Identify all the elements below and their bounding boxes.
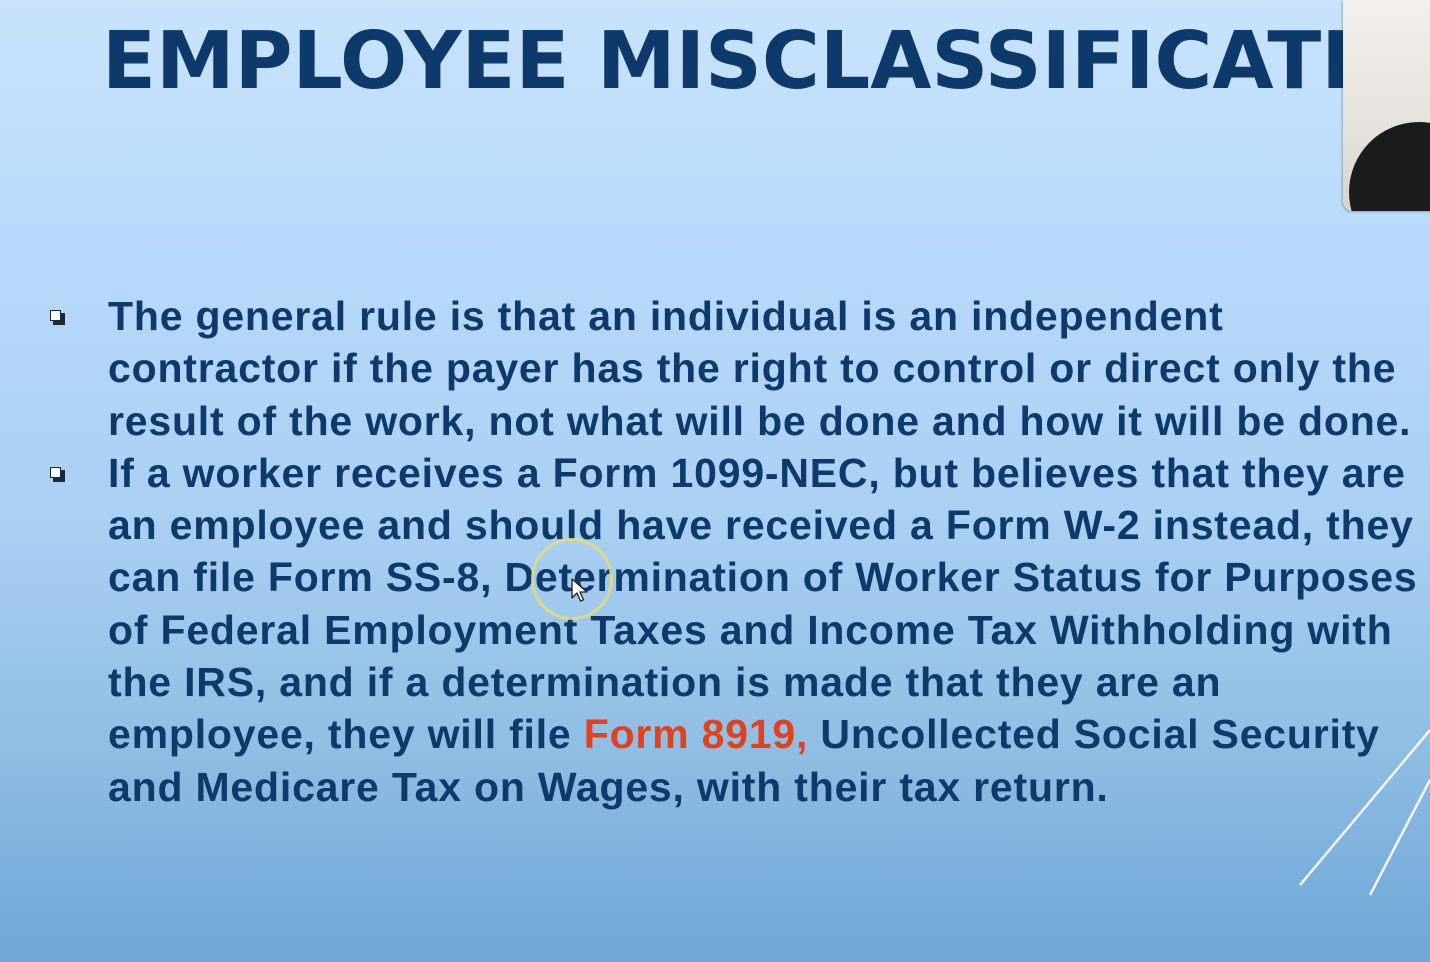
decorative-lines [1299,729,1430,896]
bullet-list: The general rule is that an individual i… [0,290,1430,813]
presentation-slide: EMPLOYEE MISCLASSIFICATION The general r… [0,0,1430,962]
webcam-overlay [1343,0,1430,211]
bullet-text: The general rule is that an individual i… [108,293,1412,444]
checkbox-square-icon [50,310,65,325]
presenter-video [1349,122,1430,211]
form-8919-highlight: Form 8919, [583,711,809,758]
bullet-item: If a worker receives a Form 1099-NEC, bu… [0,447,1418,813]
mouse-pointer-icon [571,578,588,602]
checkbox-square-icon [50,466,65,482]
bullet-item: The general rule is that an individual i… [0,290,1418,447]
slide-title: EMPLOYEE MISCLASSIFICATION [102,15,1430,107]
